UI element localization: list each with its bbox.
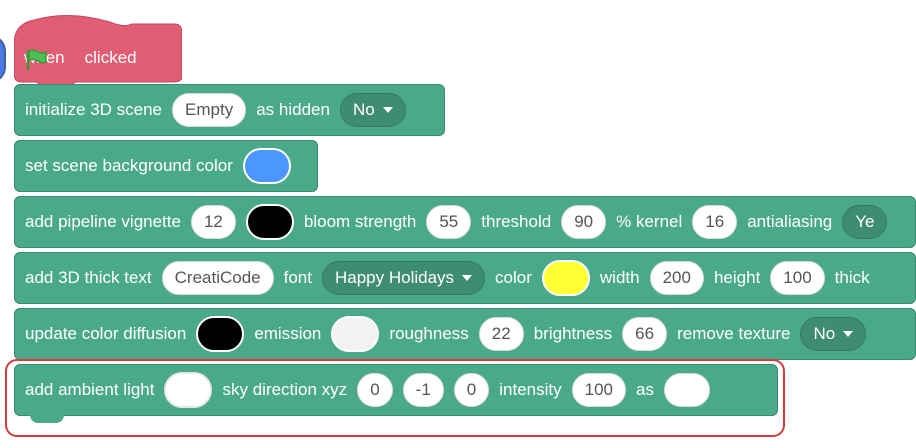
remove-texture-label: remove texture [677,324,791,343]
hidden-dropdown[interactable]: No [339,93,406,127]
hidden-value: No [352,100,375,119]
scene-type-input[interactable]: Empty [172,93,247,127]
height-label: height [713,268,761,287]
font-label: font [283,268,312,287]
threshold-label: threshold [481,212,552,231]
set-background-color-block[interactable]: set scene background color [14,140,318,192]
emission-label: emission [254,324,322,343]
chevron-down-icon [382,107,393,113]
font-value: Happy Holidays [334,268,455,287]
antialiasing-label: antialiasing [747,212,833,231]
bloom-label: bloom strength [303,212,417,231]
block-label: update color diffusion [25,324,187,343]
background-color-swatch[interactable] [242,148,291,184]
add-pipeline-vignette-block[interactable]: add pipeline vignette 12 bloom strength … [14,196,916,248]
block-label: add 3D thick text [25,268,152,287]
roughness-input[interactable]: 22 [478,317,524,351]
text-color-swatch[interactable] [541,260,590,296]
text-input[interactable]: CreatiCode [161,261,274,295]
roughness-label: roughness [389,324,469,343]
block-label: add pipeline vignette [25,212,181,231]
vignette-color-swatch[interactable] [245,204,294,240]
remove-texture-dropdown[interactable]: No [800,317,867,351]
thick-label: thick [834,268,870,287]
chevron-down-icon [462,275,473,281]
diffusion-color-swatch[interactable] [196,316,245,352]
antialiasing-value: Ye [855,212,875,231]
remove-texture-value: No [813,324,836,343]
blocks-palette-edge [0,35,6,83]
color-label: color [495,268,532,287]
kernel-input[interactable]: 16 [692,205,738,239]
width-input[interactable]: 200 [649,261,704,295]
block-label: set scene background color [25,156,233,175]
width-label: width [599,268,640,287]
font-dropdown[interactable]: Happy Holidays [321,261,486,295]
update-color-diffusion-block[interactable]: update color diffusion emission roughnes… [14,308,916,360]
kernel-label: % kernel [616,212,683,231]
brightness-input[interactable]: 66 [622,317,668,351]
brightness-label: brightness [533,324,613,343]
initialize-3d-scene-block[interactable]: initialize 3D scene Empty as hidden No [14,84,445,136]
clicked-label: clicked [84,48,137,67]
when-flag-clicked-block[interactable]: when clicked [14,14,182,84]
as-hidden-label: as hidden [256,100,330,119]
add-3d-thick-text-block[interactable]: add 3D thick text CreatiCode font Happy … [14,252,916,304]
chevron-down-icon [843,331,854,337]
block-label: initialize 3D scene [25,100,163,119]
highlight-box [5,359,785,437]
vignette-input[interactable]: 12 [190,205,236,239]
bloom-input[interactable]: 55 [426,205,472,239]
height-input[interactable]: 100 [770,261,825,295]
threshold-input[interactable]: 90 [561,205,607,239]
emission-color-swatch[interactable] [331,316,380,352]
antialiasing-dropdown[interactable]: Ye [842,205,888,239]
